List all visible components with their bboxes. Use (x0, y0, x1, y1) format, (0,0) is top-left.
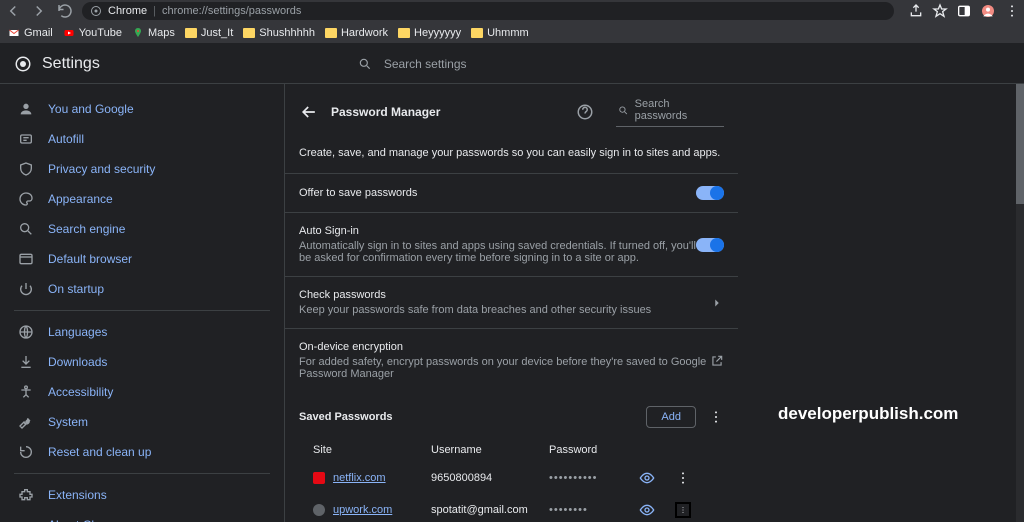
sidebar-item-downloads[interactable]: Downloads (0, 347, 284, 377)
site-favicon (313, 504, 325, 516)
globe-icon (18, 324, 34, 340)
sidebar-item-system[interactable]: System (0, 407, 284, 437)
folder-icon (325, 28, 337, 38)
password-manager-panel: Password Manager Search passwords Create… (284, 84, 738, 522)
wrench-icon (18, 414, 34, 430)
browser-icon (18, 251, 34, 267)
folder-icon (398, 28, 410, 38)
bookmark-maps[interactable]: Maps (132, 27, 175, 39)
search-icon (358, 57, 372, 71)
youtube-icon (63, 27, 75, 39)
app-title: Settings (42, 55, 100, 73)
password-cell: •••••••••• (549, 472, 639, 484)
folder-icon (185, 28, 197, 38)
chrome-icon (90, 5, 102, 17)
bookmark-folder[interactable]: Just_It (185, 27, 233, 39)
help-icon[interactable] (576, 103, 594, 121)
passwords-table-header: Site Username Password (285, 438, 738, 462)
reveal-password-icon[interactable] (639, 470, 655, 486)
settings-logo-icon (14, 55, 32, 73)
share-icon[interactable] (908, 3, 924, 19)
site-link[interactable]: netflix.com (333, 472, 386, 484)
password-row: netflix.com 9650800894 •••••••••• (285, 462, 738, 494)
sidebar-item-about[interactable]: About Chrome (0, 510, 284, 522)
auto-signin-row: Auto Sign-in Automatically sign in to si… (285, 212, 738, 276)
panel-icon[interactable] (956, 3, 972, 19)
autofill-icon (18, 131, 34, 147)
sidebar-item-languages[interactable]: Languages (0, 317, 284, 347)
bookmark-folder[interactable]: Heyyyyyy (398, 27, 461, 39)
check-passwords-row[interactable]: Check passwords Keep your passwords safe… (285, 276, 738, 328)
offer-save-toggle[interactable] (696, 186, 724, 200)
row-more-button[interactable] (675, 502, 691, 518)
search-icon (18, 221, 34, 237)
profile-avatar[interactable] (980, 3, 996, 19)
person-icon (18, 101, 34, 117)
panel-description: Create, save, and manage your passwords … (285, 139, 738, 173)
sidebar-item-accessibility[interactable]: Accessibility (0, 377, 284, 407)
sidebar-item-reset[interactable]: Reset and clean up (0, 437, 284, 467)
site-favicon (313, 472, 325, 484)
search-icon (618, 105, 629, 116)
sidebar-item-extensions[interactable]: Extensions (0, 480, 284, 510)
scrollbar[interactable] (1016, 84, 1024, 522)
power-icon (18, 281, 34, 297)
offer-save-row: Offer to save passwords (285, 173, 738, 212)
sidebar-item-appearance[interactable]: Appearance (0, 184, 284, 214)
reveal-password-icon[interactable] (639, 502, 655, 518)
panel-title: Password Manager (331, 105, 564, 119)
sidebar-item-you-and-google[interactable]: You and Google (0, 94, 284, 124)
ondevice-encryption-row[interactable]: On-device encryption For added safety, e… (285, 328, 738, 392)
back-arrow-button[interactable] (299, 102, 319, 122)
search-placeholder: Search settings (384, 57, 467, 71)
sidebar-item-privacy[interactable]: Privacy and security (0, 154, 284, 184)
settings-search[interactable]: Search settings (358, 57, 467, 71)
saved-passwords-title: Saved Passwords (299, 411, 646, 423)
forward-button[interactable] (30, 2, 48, 20)
address-bar[interactable]: Chrome | chrome://settings/passwords (82, 2, 894, 20)
add-password-button[interactable]: Add (646, 406, 696, 428)
chevron-right-icon (710, 296, 724, 310)
watermark-text: developerpublish.com (778, 404, 958, 424)
folder-icon (243, 28, 255, 38)
password-row: upwork.com spotatit@gmail.com •••••••• (285, 494, 738, 522)
puzzle-icon (18, 487, 34, 503)
sidebar-item-search-engine[interactable]: Search engine (0, 214, 284, 244)
palette-icon (18, 191, 34, 207)
settings-sidebar: You and Google Autofill Privacy and secu… (0, 84, 284, 522)
saved-more-button[interactable] (708, 409, 724, 425)
password-search[interactable]: Search passwords (616, 96, 724, 127)
username-cell: 9650800894 (431, 472, 549, 484)
bookmarks-bar: Gmail YouTube Maps Just_It Shushhhhh Har… (0, 22, 1024, 44)
row-more-button[interactable] (675, 470, 691, 486)
reload-button[interactable] (56, 2, 74, 20)
omnibox-label: Chrome (108, 5, 147, 17)
folder-icon (471, 28, 483, 38)
bookmark-folder[interactable]: Hardwork (325, 27, 388, 39)
scrollbar-thumb[interactable] (1016, 84, 1024, 204)
accessibility-icon (18, 384, 34, 400)
download-icon (18, 354, 34, 370)
more-icon[interactable] (1004, 3, 1020, 19)
back-button[interactable] (4, 2, 22, 20)
reset-icon (18, 444, 34, 460)
password-cell: •••••••• (549, 504, 639, 516)
bookmark-gmail[interactable]: Gmail (8, 27, 53, 39)
open-in-new-icon (710, 354, 724, 368)
username-cell: spotatit@gmail.com (431, 504, 549, 516)
site-link[interactable]: upwork.com (333, 504, 392, 516)
bookmark-folder[interactable]: Shushhhhh (243, 27, 315, 39)
bookmark-youtube[interactable]: YouTube (63, 27, 122, 39)
omnibox-url: chrome://settings/passwords (162, 5, 301, 17)
password-search-placeholder: Search passwords (635, 98, 722, 122)
sidebar-item-on-startup[interactable]: On startup (0, 274, 284, 304)
sidebar-item-autofill[interactable]: Autofill (0, 124, 284, 154)
gmail-icon (8, 27, 20, 39)
shield-icon (18, 161, 34, 177)
bookmark-folder[interactable]: Uhmmm (471, 27, 529, 39)
auto-signin-toggle[interactable] (696, 238, 724, 252)
sidebar-item-default-browser[interactable]: Default browser (0, 244, 284, 274)
bookmark-star-icon[interactable] (932, 3, 948, 19)
maps-icon (132, 27, 144, 39)
